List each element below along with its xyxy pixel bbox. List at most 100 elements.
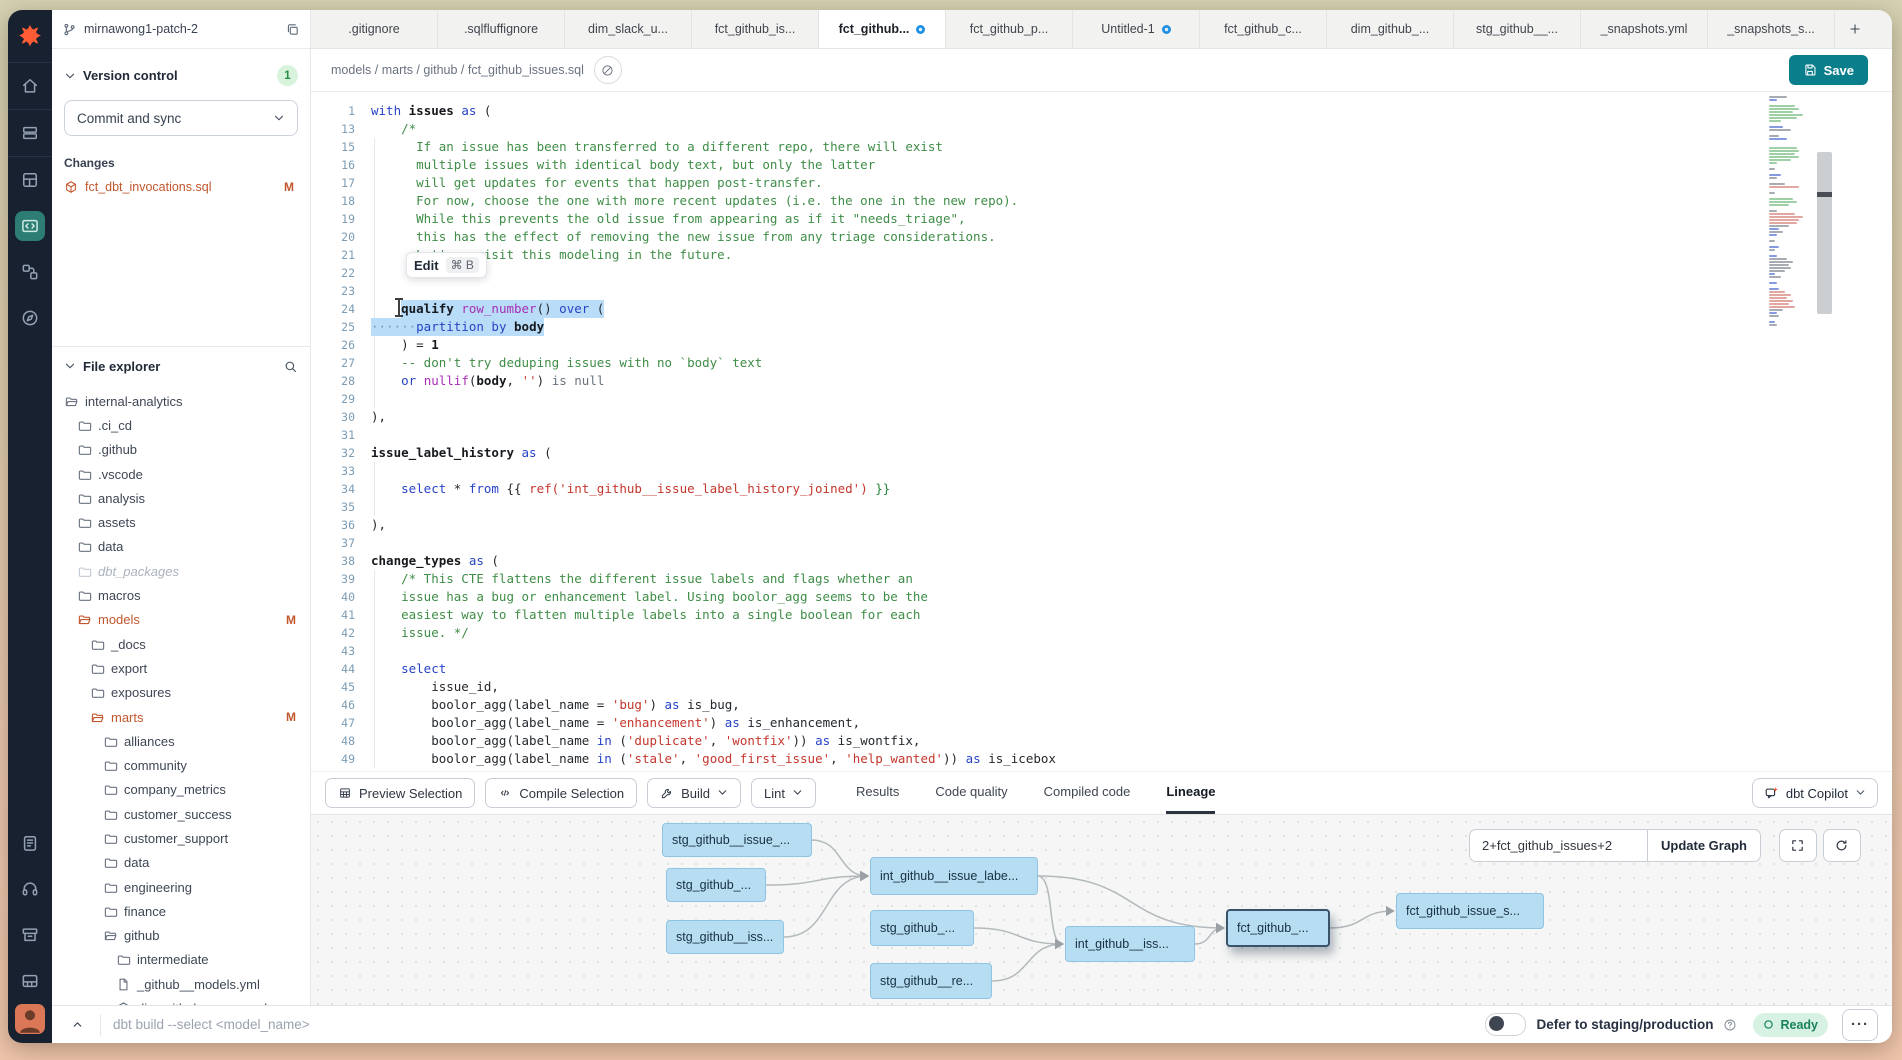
code-line[interactable]: 47 boolor_agg(label_name = 'enhancement'… xyxy=(311,714,1892,732)
tree-item[interactable]: data xyxy=(52,851,310,875)
user-avatar[interactable] xyxy=(15,1004,45,1034)
tree-item[interactable]: github xyxy=(52,924,310,948)
minimap[interactable] xyxy=(1767,96,1813,327)
tree-item[interactable]: community xyxy=(52,753,310,777)
editor-tab[interactable]: fct_github_c... xyxy=(1200,10,1327,48)
tree-item[interactable]: assets xyxy=(52,510,310,534)
help-icon[interactable] xyxy=(1723,1018,1737,1032)
lineage-node[interactable]: int_github__issue_labe... xyxy=(870,857,1038,895)
commit-and-sync-button[interactable]: Commit and sync xyxy=(64,100,298,136)
editor-tab[interactable]: dim_slack_u... xyxy=(565,10,692,48)
tree-item[interactable]: internal-analytics xyxy=(52,389,310,413)
tree-item[interactable]: dim_github__users.sql xyxy=(52,996,310,1005)
tree-item[interactable]: engineering xyxy=(52,875,310,899)
code-line[interactable]: 28 or nullif(body, '') is null xyxy=(311,372,1892,390)
home-icon[interactable] xyxy=(8,63,52,110)
changed-file-row[interactable]: fct_dbt_invocations.sql M xyxy=(64,180,298,194)
tree-item[interactable]: macros xyxy=(52,583,310,607)
code-line[interactable]: 15 If an issue has been transferred to a… xyxy=(311,138,1892,156)
tree-item[interactable]: .vscode xyxy=(52,462,310,486)
panels-icon[interactable] xyxy=(8,958,52,1004)
version-control-header[interactable]: Version control 1 xyxy=(64,65,298,86)
update-graph-button[interactable]: Update Graph xyxy=(1647,829,1761,862)
tree-item[interactable]: martsM xyxy=(52,705,310,729)
file-explorer-header[interactable]: File explorer xyxy=(52,347,310,385)
tree-item[interactable]: customer_support xyxy=(52,826,310,850)
tree-item[interactable]: export xyxy=(52,656,310,680)
editor-tab[interactable]: .gitignore xyxy=(311,10,438,48)
tree-item[interactable]: exposures xyxy=(52,681,310,705)
editor-tab[interactable]: fct_github_p... xyxy=(946,10,1073,48)
code-line[interactable]: 24 qualify row_number() over ( xyxy=(311,300,1892,318)
new-tab-button[interactable] xyxy=(1835,10,1875,48)
code-line[interactable]: 16 multiple issues with identical body t… xyxy=(311,156,1892,174)
editor-tab[interactable]: dim_github_... xyxy=(1327,10,1454,48)
tree-item[interactable]: modelsM xyxy=(52,608,310,632)
tree-item[interactable]: _docs xyxy=(52,632,310,656)
refresh-button[interactable] xyxy=(1823,829,1861,862)
tab-code-quality[interactable]: Code quality xyxy=(935,772,1007,814)
lint-button[interactable]: Lint xyxy=(751,778,816,808)
code-editor[interactable]: 1with issues as (13 /*15 If an issue has… xyxy=(311,92,1892,771)
code-line[interactable]: 18 For now, choose the one with more rec… xyxy=(311,192,1892,210)
expand-command-bar-icon[interactable] xyxy=(64,1012,90,1038)
code-line[interactable]: 31 xyxy=(311,426,1892,444)
tree-item[interactable]: alliances xyxy=(52,729,310,753)
tab-results[interactable]: Results xyxy=(856,772,899,814)
search-icon[interactable] xyxy=(283,359,298,374)
deploy-icon[interactable] xyxy=(8,110,52,157)
lineage-node[interactable]: stg_github_... xyxy=(666,868,766,902)
code-line[interactable]: 40 issue has a bug or enhancement label.… xyxy=(311,588,1892,606)
develop-icon[interactable] xyxy=(8,203,52,249)
tree-item[interactable]: intermediate xyxy=(52,948,310,972)
editor-tab[interactable]: fct_github_is... xyxy=(692,10,819,48)
code-line[interactable]: 38change_types as ( xyxy=(311,552,1892,570)
editor-tab[interactable]: fct_github... xyxy=(819,10,946,48)
code-line[interactable]: 36), xyxy=(311,516,1892,534)
archive-icon[interactable] xyxy=(8,912,52,958)
compile-selection-button[interactable]: Compile Selection xyxy=(485,778,637,808)
tree-item[interactable]: .github xyxy=(52,438,310,462)
tree-item[interactable]: customer_success xyxy=(52,802,310,826)
code-line[interactable]: 21 Let's revisit this modeling in the fu… xyxy=(311,246,1892,264)
tree-item[interactable]: data xyxy=(52,535,310,559)
code-line[interactable]: 44 select xyxy=(311,660,1892,678)
tree-item[interactable]: _github__models.yml xyxy=(52,972,310,996)
code-line[interactable]: 46 boolor_agg(label_name = 'bug') as is_… xyxy=(311,696,1892,714)
lineage-node[interactable]: stg_github__issue_... xyxy=(662,823,812,857)
support-icon[interactable] xyxy=(8,866,52,912)
code-line[interactable]: 39 /* This CTE flattens the different is… xyxy=(311,570,1892,588)
code-line[interactable]: 26 ) = 1 xyxy=(311,336,1892,354)
code-line[interactable]: 29 xyxy=(311,390,1892,408)
code-line[interactable]: 13 /* xyxy=(311,120,1892,138)
code-line[interactable]: 49 boolor_agg(label_name in ('stale', 'g… xyxy=(311,750,1892,768)
preview-selection-button[interactable]: Preview Selection xyxy=(325,778,475,808)
fullscreen-button[interactable] xyxy=(1779,829,1817,862)
code-line[interactable]: 27 -- don't try deduping issues with no … xyxy=(311,354,1892,372)
lineage-selector-input[interactable] xyxy=(1469,829,1647,862)
lineage-node[interactable]: fct_github_issue_s... xyxy=(1396,893,1544,929)
explore-icon[interactable] xyxy=(8,295,52,341)
tree-item[interactable]: finance xyxy=(52,899,310,923)
build-button[interactable]: Build xyxy=(647,778,741,808)
tab-lineage[interactable]: Lineage xyxy=(1166,772,1215,814)
code-line[interactable]: 42 issue. */ xyxy=(311,624,1892,642)
tree-item[interactable]: .ci_cd xyxy=(52,413,310,437)
code-line[interactable]: 17 will get updates for events that happ… xyxy=(311,174,1892,192)
lineage-node[interactable]: int_github__iss... xyxy=(1065,926,1195,962)
code-line[interactable]: 33 xyxy=(311,462,1892,480)
editor-tab[interactable]: _snapshots.yml xyxy=(1581,10,1708,48)
editor-scrollbar[interactable] xyxy=(1817,152,1832,314)
code-line[interactable]: 32issue_label_history as ( xyxy=(311,444,1892,462)
edit-tooltip[interactable]: Edit ⌘ B xyxy=(406,252,487,278)
dag-icon[interactable] xyxy=(8,249,52,295)
code-line[interactable]: 25······partition by body xyxy=(311,318,1892,336)
code-line[interactable]: 41 easiest way to flatten multiple label… xyxy=(311,606,1892,624)
code-line[interactable]: 34 select * from {{ ref('int_github__iss… xyxy=(311,480,1892,498)
lineage-node[interactable]: stg_github_... xyxy=(870,910,974,946)
code-line[interactable]: 43 xyxy=(311,642,1892,660)
code-line[interactable]: 48 boolor_agg(label_name in ('duplicate'… xyxy=(311,732,1892,750)
code-line[interactable]: 20 this has the effect of removing the n… xyxy=(311,228,1892,246)
tree-item[interactable]: analysis xyxy=(52,486,310,510)
lineage-node[interactable]: stg_github__iss... xyxy=(666,920,784,954)
